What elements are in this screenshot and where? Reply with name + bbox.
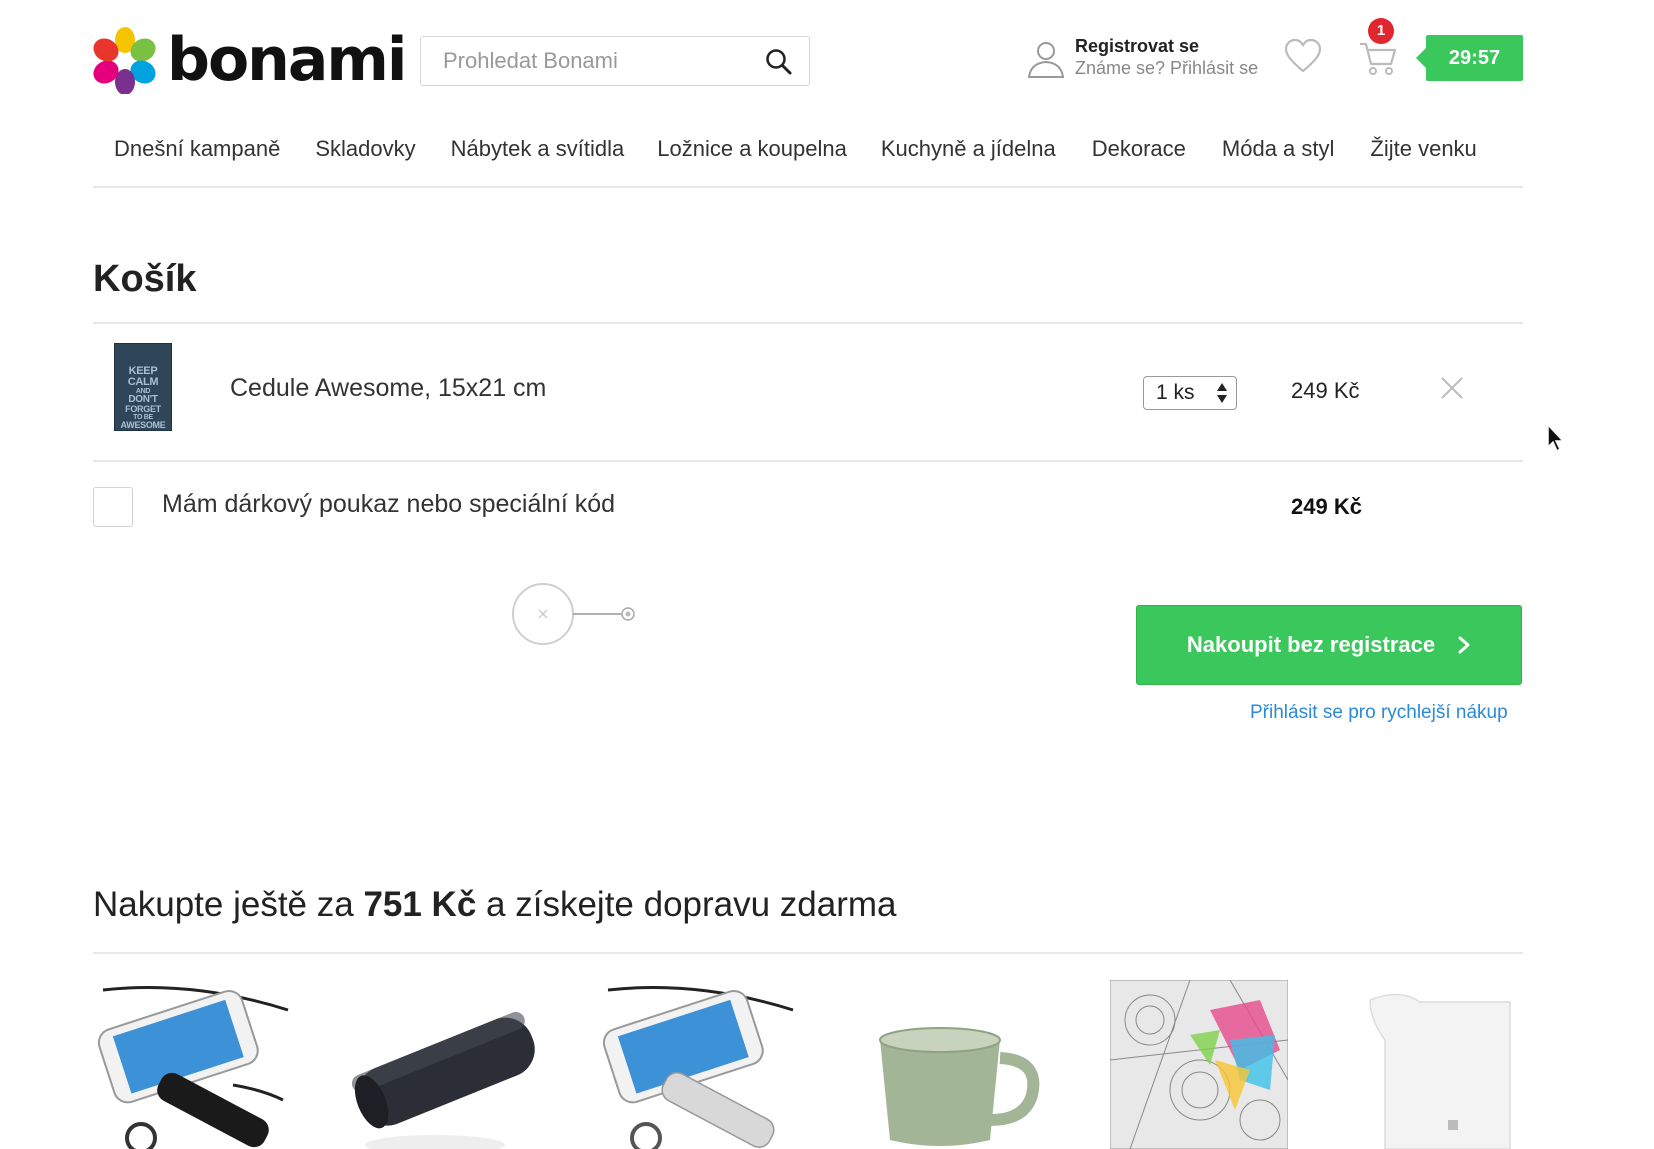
cart-total: 249 Kč — [1291, 494, 1362, 519]
nav-item-moda[interactable]: Móda a styl — [1222, 120, 1335, 162]
page-title: Košík — [93, 258, 197, 300]
checkout-button[interactable]: Nakoupit bez registrace — [1136, 605, 1522, 685]
main-navigation: Dnešní kampaně Skladovky Nábytek a svíti… — [93, 120, 1523, 188]
search-icon[interactable] — [765, 48, 793, 76]
cart-count-badge: 1 — [1368, 18, 1394, 44]
product-name[interactable]: Cedule Awesome, 15x21 cm — [230, 374, 546, 403]
recommended-product-pebble[interactable] — [345, 980, 543, 1149]
user-icon — [1027, 41, 1065, 78]
nav-item-nabytek[interactable]: Nábytek a svítidla — [451, 120, 625, 162]
coloring-poster-image — [1110, 980, 1288, 1149]
free-shipping-heading: Nakupte ještě za 751 Kč a získejte dopra… — [93, 885, 897, 925]
product-thumbnail[interactable]: KEEP CALM AND DON'T FORGET TO BE AWESOME — [114, 343, 172, 431]
recommended-product-powerbank-phone[interactable] — [93, 980, 291, 1149]
nav-item-kuchyne[interactable]: Kuchyně a jídelna — [881, 120, 1056, 162]
divider — [93, 322, 1523, 324]
search-box[interactable] — [420, 36, 810, 86]
thumb-text: CALM — [127, 376, 159, 388]
nav-item-loznice[interactable]: Ložnice a koupelna — [657, 120, 847, 162]
bonami-logo[interactable]: bonami — [93, 25, 407, 95]
login-link[interactable]: Známe se? Přihlásit se — [1075, 58, 1258, 80]
green-mug-image — [879, 1027, 1040, 1146]
register-link[interactable]: Registrovat se — [1075, 36, 1258, 58]
promo-suffix: a získejte dopravu zdarma — [476, 885, 897, 924]
remove-item-icon[interactable] — [1440, 376, 1464, 400]
recommended-product-coloring-poster[interactable] — [1110, 980, 1288, 1149]
quantity-select[interactable]: 1 ks — [1143, 376, 1237, 410]
account-area[interactable]: Registrovat se Známe se? Přihlásit se — [1025, 36, 1258, 79]
header: bonami Registrovat se Známe se? Přihlási… — [93, 18, 1523, 98]
chevron-right-icon — [1458, 636, 1470, 654]
voucher-label[interactable]: Mám dárkový poukaz nebo speciální kód — [162, 490, 615, 519]
flower-logo-icon — [93, 26, 157, 95]
divider — [93, 460, 1523, 462]
cart-timer: 29:57 — [1416, 35, 1523, 81]
divider — [93, 952, 1523, 954]
nav-item-dnesni-kampane[interactable]: Dnešní kampaně — [114, 120, 280, 162]
item-price: 249 Kč — [1291, 378, 1360, 403]
promo-amount: 751 Kč — [363, 885, 477, 924]
checkout-button-label: Nakoupit bez registrace — [1186, 632, 1436, 657]
thumb-text: AWESOME — [120, 420, 166, 430]
silver-powerbank-phone-image — [602, 986, 794, 1149]
recommended-product-pitcher[interactable] — [1360, 980, 1522, 1149]
recommended-product-mug[interactable] — [850, 980, 1048, 1149]
pebble-speaker-image — [351, 1011, 535, 1149]
logo-text: bonami — [167, 25, 407, 95]
thumb-text: FORGET — [125, 404, 161, 414]
nav-item-skladovky[interactable]: Skladovky — [315, 120, 415, 162]
powerbank-phone-image — [97, 986, 289, 1149]
quantity-value: 1 ks — [1156, 381, 1195, 404]
loading-spinner-icon — [512, 583, 635, 645]
white-pitcher-image — [1369, 993, 1511, 1149]
voucher-checkbox[interactable] — [93, 487, 133, 527]
promo-prefix: Nakupte ještě za — [93, 885, 364, 924]
nav-item-zijte-venku[interactable]: Žijte venku — [1370, 120, 1476, 162]
search-input[interactable] — [421, 37, 741, 85]
updown-arrows-icon — [1217, 383, 1227, 403]
heart-icon[interactable] — [1283, 38, 1323, 74]
mouse-pointer-icon — [1547, 423, 1565, 453]
cart-icon[interactable] — [1358, 40, 1398, 76]
recommended-product-silver-powerbank[interactable] — [598, 980, 796, 1149]
fast-checkout-login-link[interactable]: Přihlásit se pro rychlejší nákup — [1250, 702, 1508, 724]
nav-item-dekorace[interactable]: Dekorace — [1092, 120, 1186, 162]
